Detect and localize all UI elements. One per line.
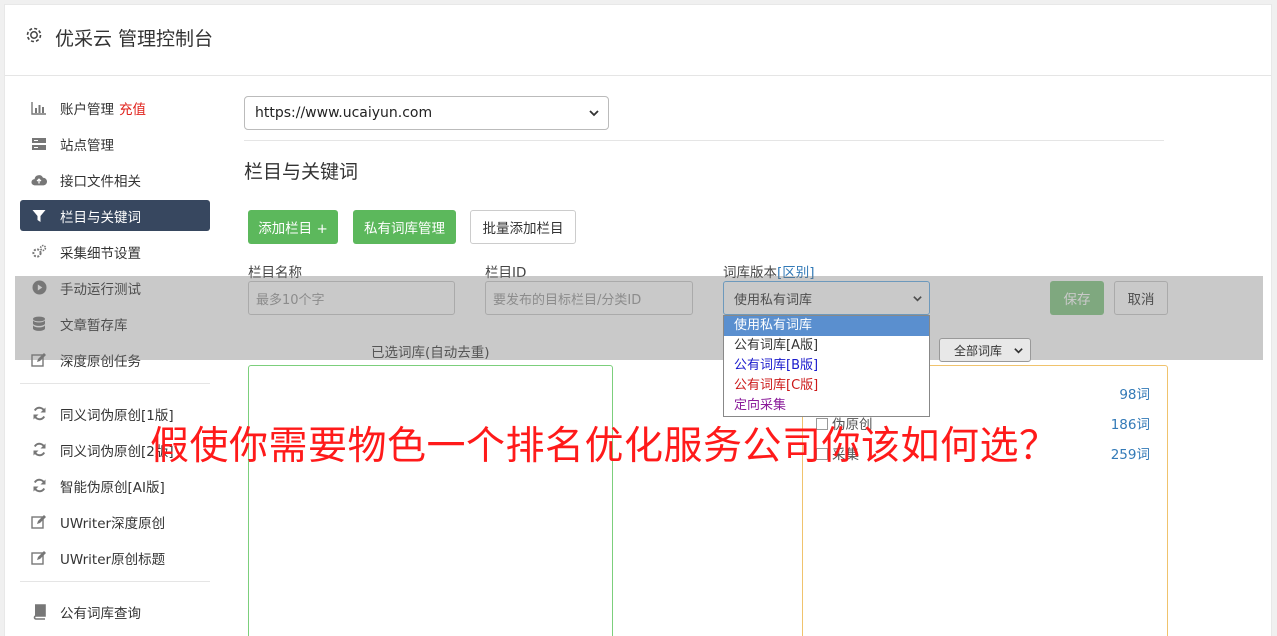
- edit-icon: [31, 514, 47, 530]
- selected-libs-label: 已选词库(自动去重): [371, 345, 490, 361]
- refresh-icon: [31, 478, 47, 494]
- sidebar-item-api-files[interactable]: 接口文件相关: [20, 164, 210, 195]
- sidebar-item-collect-settings[interactable]: 采集细节设置: [20, 236, 210, 267]
- all-libs-select-value: 全部词库: [954, 343, 1003, 358]
- sidebar-divider: [20, 383, 210, 384]
- sidebar-divider: [20, 581, 210, 582]
- refresh-icon: [31, 406, 47, 422]
- site-select[interactable]: https://www.ucaiyun.com: [244, 96, 609, 130]
- refresh-icon: [31, 442, 47, 458]
- sidebar-item-label: 公有词库查询: [60, 605, 141, 622]
- dropdown-option-public-a[interactable]: 公有词库[A版]: [724, 336, 929, 356]
- all-libs-select[interactable]: 全部词库: [939, 338, 1031, 362]
- server-icon: [31, 136, 47, 152]
- chevron-down-icon: [589, 110, 599, 117]
- bar-chart-icon: [31, 100, 47, 116]
- dropdown-option-targeted[interactable]: 定向采集: [724, 396, 929, 416]
- lib-item-count: 259词: [1110, 447, 1150, 463]
- sidebar-item-label: 接口文件相关: [60, 173, 141, 190]
- cogs-icon: [31, 244, 47, 260]
- batch-add-column-button[interactable]: 批量添加栏目: [470, 210, 576, 244]
- add-column-button[interactable]: 添加栏目 +: [248, 210, 338, 244]
- sidebar-item-label: 栏目与关键词: [60, 209, 141, 226]
- gear-icon: [26, 27, 42, 43]
- header: 优采云 管理控制台: [5, 5, 1271, 76]
- sidebar-item-uwriter-original[interactable]: UWriter深度原创: [20, 506, 210, 537]
- recharge-link[interactable]: 充值: [119, 98, 146, 118]
- lib-item-count: 186词: [1110, 417, 1150, 433]
- modal-overlay-strip: [15, 276, 1263, 360]
- sidebar-item-label: 智能伪原创[AI版]: [60, 479, 165, 496]
- section-divider: [244, 140, 1164, 141]
- edit-icon: [31, 550, 47, 566]
- lib-version-dropdown: 使用私有词库 公有词库[A版] 公有词库[B版] 公有词库[C版] 定向采集: [723, 315, 930, 417]
- sidebar-item-sites[interactable]: 站点管理: [20, 128, 210, 159]
- book-icon: [31, 603, 47, 620]
- filter-icon: [31, 208, 47, 224]
- sidebar-item-uwriter-title[interactable]: UWriter原创标题: [20, 542, 210, 573]
- sidebar-item-ai-rewrite[interactable]: 智能伪原创[AI版]: [20, 470, 210, 501]
- dropdown-option-private[interactable]: 使用私有词库: [724, 316, 929, 336]
- chevron-down-icon: [1014, 348, 1023, 354]
- section-title: 栏目与关键词: [244, 161, 359, 183]
- sidebar-item-label: 站点管理: [60, 137, 114, 154]
- private-lib-button[interactable]: 私有词库管理: [353, 210, 456, 244]
- app-title: 优采云 管理控制台: [55, 28, 214, 50]
- sidebar-item-label: UWriter原创标题: [60, 551, 166, 568]
- sidebar-item-label: UWriter深度原创: [60, 515, 166, 532]
- overlay-banner-text: 假使你需要物色一个排名优化服务公司你该如何选？: [150, 424, 1059, 469]
- dropdown-option-public-c[interactable]: 公有词库[C版]: [724, 376, 929, 396]
- sidebar-nav: 账户管理 充值 站点管理 接口文件相关 栏目与关键词 采集细节设置 手动运行测试: [20, 92, 210, 632]
- site-select-value: https://www.ucaiyun.com: [255, 105, 433, 121]
- dropdown-option-public-b[interactable]: 公有词库[B版]: [724, 356, 929, 376]
- cloud-upload-icon: [31, 172, 47, 188]
- lib-item-count: 98词: [1119, 387, 1150, 403]
- sidebar-item-label: 账户管理: [60, 101, 114, 118]
- sidebar-item-account[interactable]: 账户管理 充值: [20, 92, 210, 123]
- sidebar-item-columns-keywords[interactable]: 栏目与关键词: [20, 200, 210, 231]
- sidebar-item-label: 采集细节设置: [60, 245, 141, 262]
- sidebar-item-public-lib-query[interactable]: 公有词库查询: [20, 596, 210, 627]
- selected-libs-panel[interactable]: [248, 365, 613, 636]
